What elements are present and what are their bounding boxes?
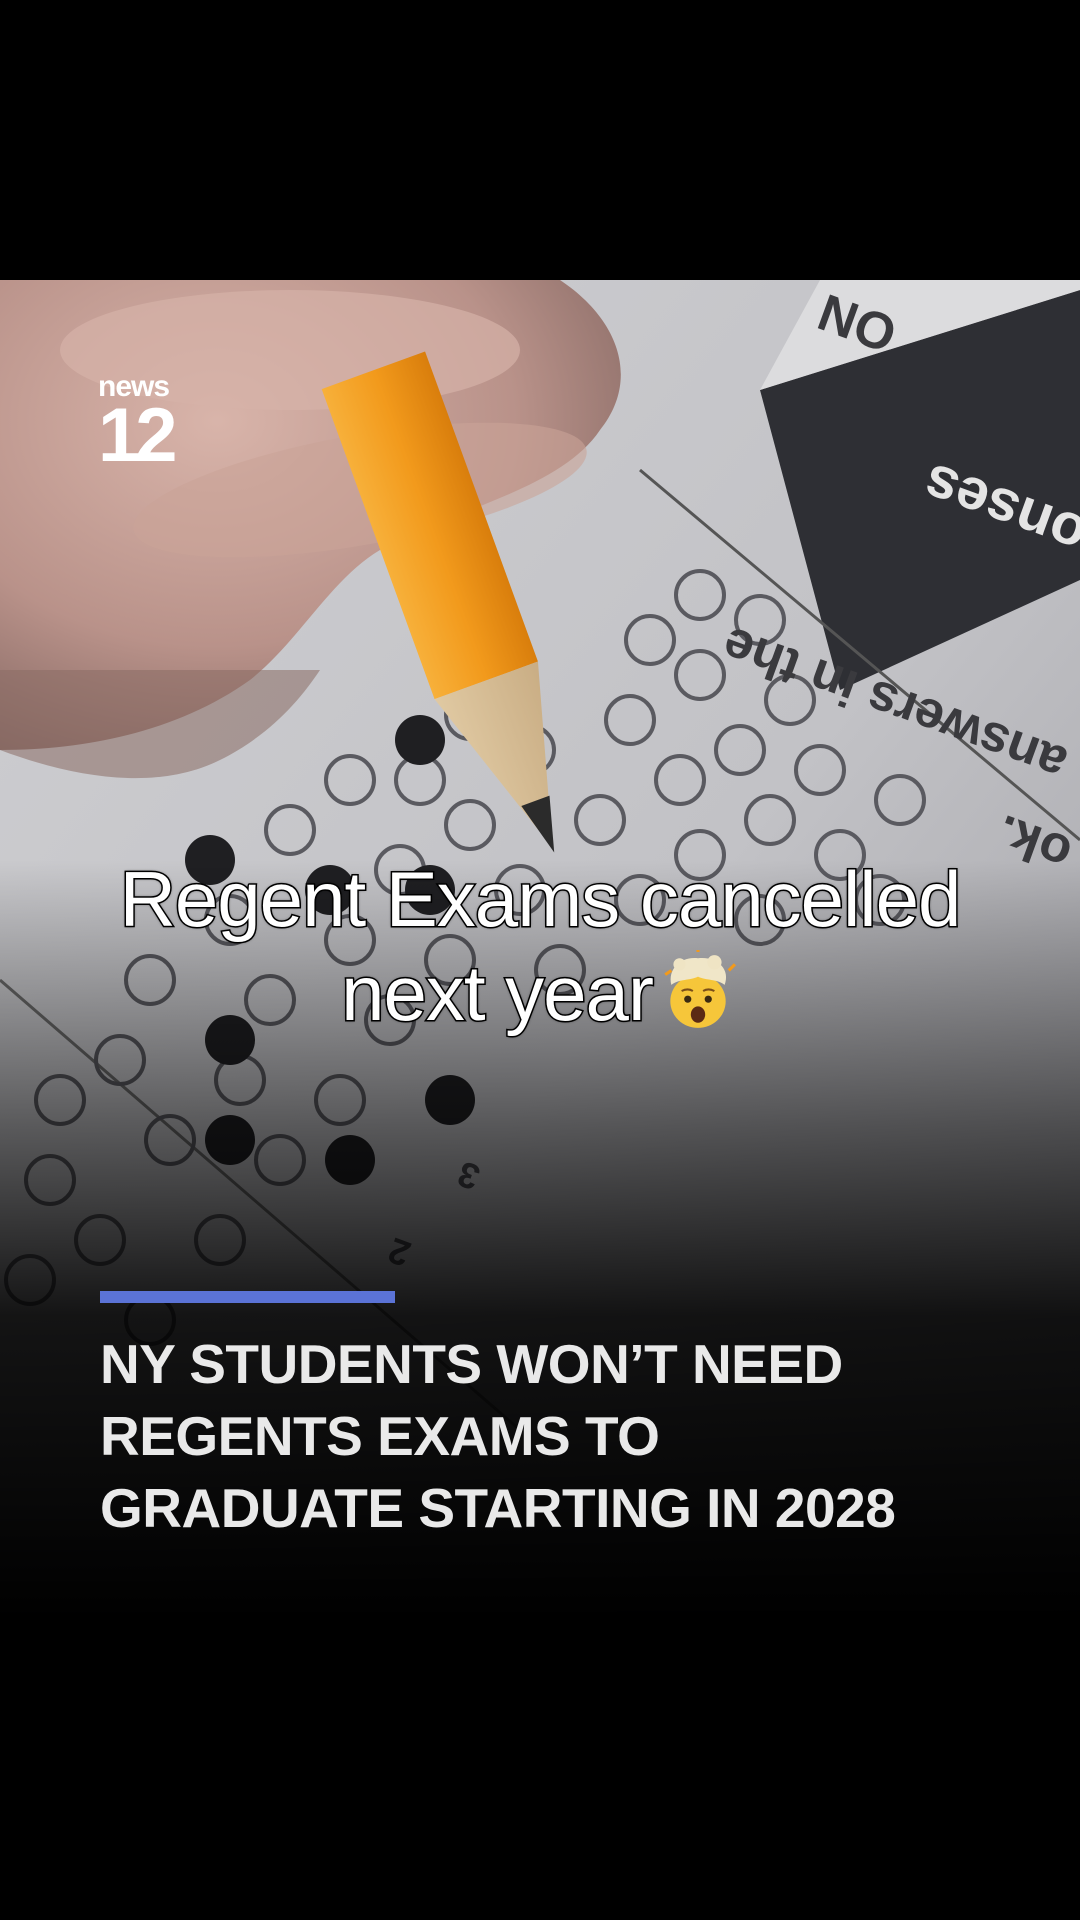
caption-line-1: Regent Exams cancelled bbox=[118, 854, 963, 945]
caption-line-2-text: next year bbox=[340, 948, 656, 1039]
headline-line-3: GRADUATE STARTING IN 2028 bbox=[100, 1477, 896, 1539]
headline-line-1: NY STUDENTS WON’T NEED bbox=[100, 1333, 843, 1395]
caption-line-2: next year bbox=[20, 946, 1060, 1040]
lower-third-accent-bar bbox=[100, 1291, 395, 1303]
exploding-head-icon bbox=[664, 950, 736, 1028]
lower-third-headline: NY STUDENTS WON’T NEED REGENTS EXAMS TO … bbox=[100, 1328, 1000, 1544]
headline-line-2: REGENTS EXAMS TO bbox=[100, 1405, 660, 1467]
news12-logo: news 12 bbox=[98, 372, 208, 474]
overlay-caption: Regent Exams cancelled next year bbox=[20, 852, 1060, 1040]
logo-number: 12 bbox=[98, 393, 178, 478]
video-post-screen: answers in the ok. ON onses 3 2 bbox=[0, 0, 1080, 1920]
